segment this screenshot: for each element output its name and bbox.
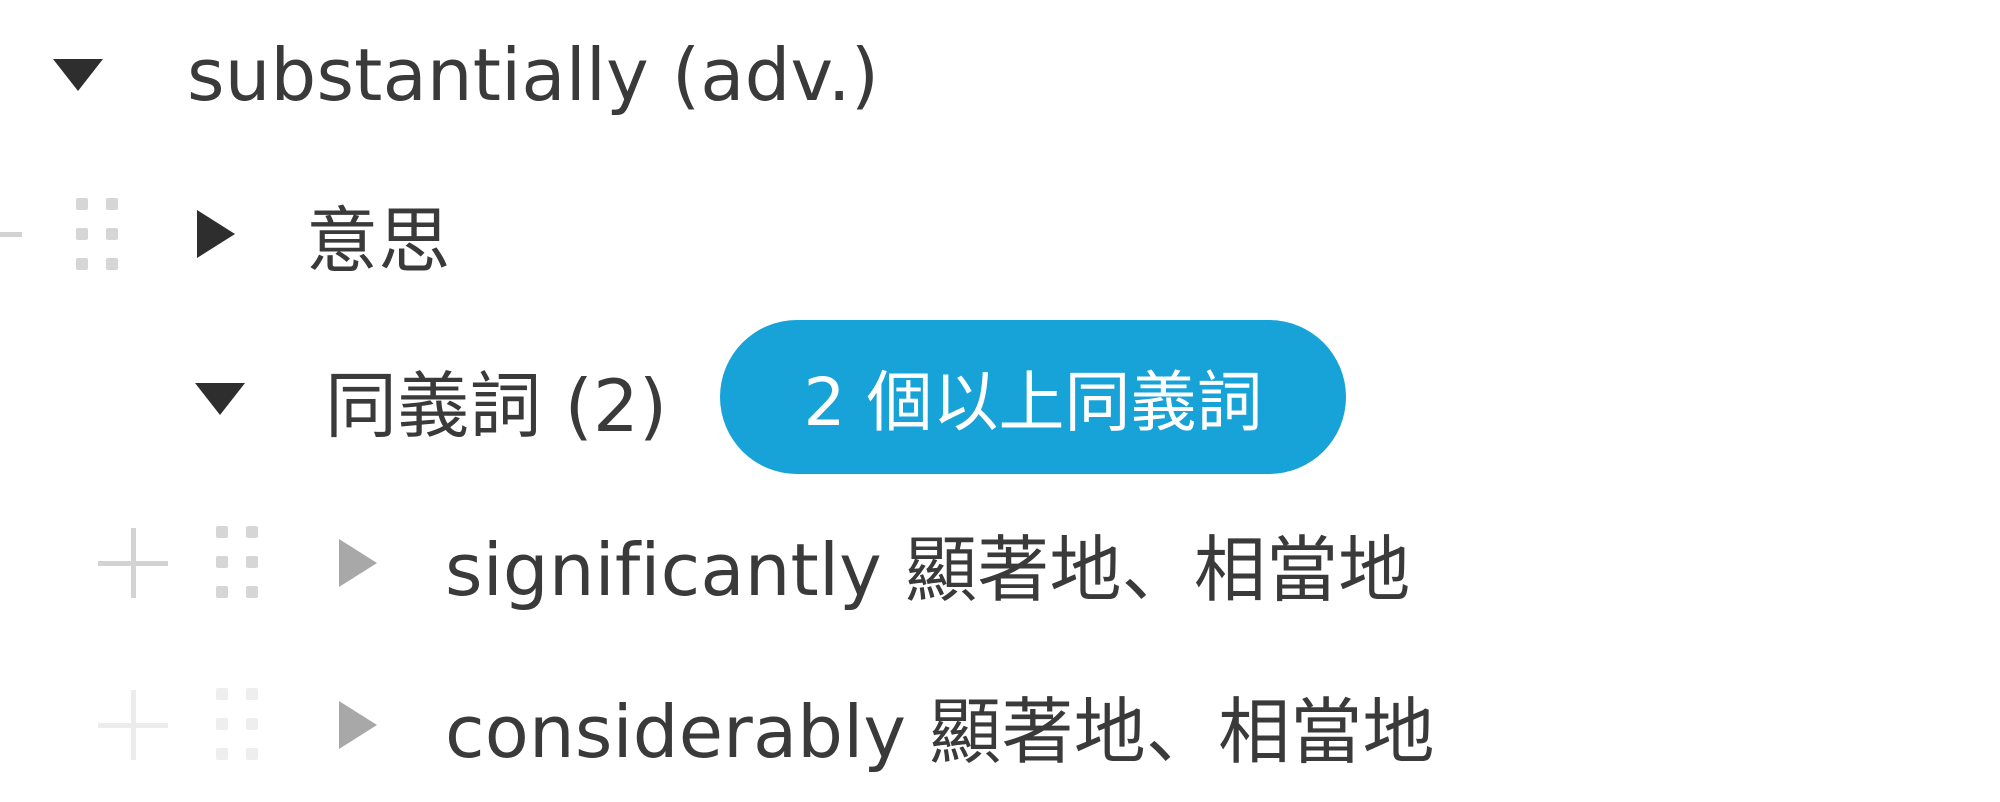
synonym-count-badge: 2 個以上同義詞	[720, 320, 1346, 474]
tree-root-label: substantially (adv.)	[187, 33, 880, 117]
tree-child-label: 意思	[306, 198, 451, 283]
tree-child-label: 同義詞 (2)	[325, 363, 668, 448]
synonym-label: considerably 顯著地、相當地	[445, 689, 1435, 774]
triangle-right-icon[interactable]	[339, 701, 377, 749]
triangle-down-icon[interactable]	[53, 59, 103, 91]
triangle-down-icon[interactable]	[195, 383, 245, 415]
synonym-label: significantly 顯著地、相當地	[445, 527, 1411, 612]
triangle-right-icon[interactable]	[197, 210, 235, 258]
triangle-right-icon[interactable]	[339, 539, 377, 587]
tree-root-row: substantially (adv.)	[0, 15, 879, 135]
tree-row-synonyms: 同義詞 (2)	[0, 339, 667, 459]
